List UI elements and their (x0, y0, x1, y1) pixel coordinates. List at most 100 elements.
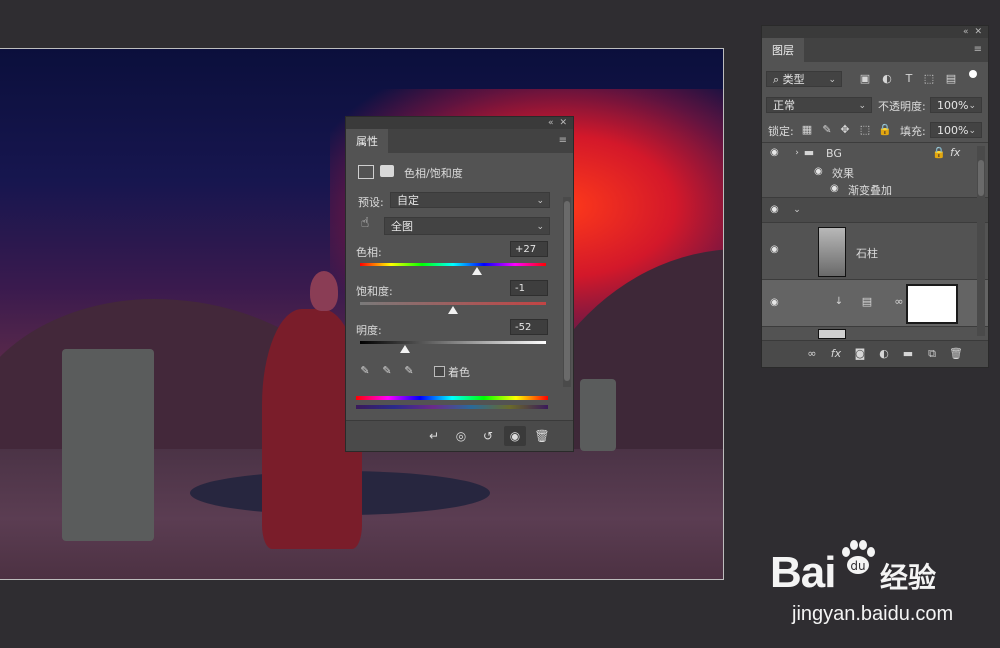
layer-row-bg[interactable]: ◉ › ▬ BG 🔒 fx (762, 143, 988, 163)
eye-icon[interactable]: ◉ (770, 205, 784, 215)
colorize-checkbox[interactable] (434, 366, 445, 377)
trash-icon[interactable]: 🗑 (531, 426, 553, 446)
filter-type-icon[interactable]: T (902, 73, 916, 85)
watermark-logo: Bai (770, 548, 836, 597)
fx-icon[interactable]: fx (828, 347, 844, 361)
filter-adjustment-icon[interactable]: ◐ (880, 73, 894, 85)
layer-row-group[interactable]: ◉ ⌄ (762, 198, 988, 222)
fill-value: 100% (937, 124, 969, 137)
eye-icon[interactable]: ◉ (814, 167, 828, 177)
lightness-label: 明度: (356, 324, 382, 337)
chevron-down-icon[interactable]: ⌄ (790, 204, 804, 216)
hue-slider[interactable] (360, 263, 546, 266)
lightness-slider-thumb[interactable] (399, 345, 410, 353)
saturation-input[interactable]: -1 (510, 280, 548, 296)
lightness-slider[interactable] (360, 341, 546, 344)
layer-mask-thumbnail[interactable] (906, 284, 958, 324)
hue-slider-thumb[interactable] (472, 267, 483, 275)
eyedropper-icon[interactable]: ✎ (358, 365, 372, 377)
source-color-bar (356, 396, 548, 400)
lock-paint-icon[interactable]: ✎ (820, 124, 834, 136)
panel-tabbar: 图层 ≡ (762, 38, 988, 62)
opacity-label: 不透明度: (878, 100, 926, 113)
new-layer-icon[interactable]: ⧉ (924, 347, 940, 361)
filter-shape-icon[interactable]: ⬚ (922, 73, 936, 85)
chevron-down-icon: ⌄ (536, 196, 544, 206)
filter-toggle-icon[interactable] (969, 70, 977, 78)
layer-row-hue-saturation[interactable]: ◉ ↓ ▤ ∞ (762, 280, 988, 326)
watermark-jingyan: 经验 (880, 561, 937, 594)
hue-sat-adjustment-icon[interactable] (358, 165, 374, 179)
layer-thumbnail (818, 227, 846, 277)
close-icon[interactable]: ✕ (974, 27, 982, 37)
lock-move-icon[interactable]: ✥ (838, 124, 852, 136)
clipping-arrow-icon: ↓ (834, 296, 844, 307)
channel-dropdown[interactable]: 全图 ⌄ (384, 217, 550, 235)
eyedropper-plus-icon[interactable]: ✎ (380, 365, 394, 377)
eyedropper-minus-icon[interactable]: ✎ (402, 365, 416, 377)
reset-icon[interactable]: ↺ (477, 426, 499, 446)
lock-all-icon[interactable]: 🔒 (878, 124, 892, 136)
hue-sat-adjustment-icon: ▤ (861, 295, 873, 308)
eye-icon[interactable]: ◉ (770, 298, 784, 308)
panel-topbar: « ✕ (346, 117, 573, 129)
new-adjustment-layer-icon[interactable]: ◐ (876, 347, 892, 361)
channel-value: 全图 (391, 220, 413, 233)
lock-transparent-icon[interactable]: ▦ (800, 124, 814, 136)
chevron-down-icon: ⌄ (536, 222, 544, 232)
fx-icon[interactable]: fx (950, 146, 960, 159)
layer-row-gradient-overlay[interactable]: ◉ 渐变叠加 (762, 180, 988, 198)
hue-input[interactable]: +27 (510, 241, 548, 257)
adjustment-title: 色相/饱和度 (404, 167, 463, 180)
stone-pillar-right (580, 379, 616, 451)
tab-layers[interactable]: 图层 (762, 38, 804, 62)
blend-mode-dropdown[interactable]: 正常 ⌄ (766, 97, 872, 113)
link-icon[interactable]: ∞ (892, 296, 906, 308)
lock-artboard-icon[interactable]: ⬚ (858, 124, 872, 136)
paw-icon: du (842, 540, 875, 574)
hamburger-icon[interactable]: ≡ (559, 135, 567, 146)
fill-input[interactable]: 100% ⌄ (930, 122, 982, 138)
layer-row-effects[interactable]: ◉ 效果 (762, 163, 988, 181)
layer-filter-dropdown[interactable]: ⌕ 类型 ⌄ (766, 71, 842, 87)
effects-label: 效果 (832, 167, 854, 180)
properties-footer: ↵ ◎ ↺ ◉ 🗑 (346, 420, 573, 451)
tab-properties[interactable]: 属性 (346, 129, 388, 153)
chevron-down-icon: ⌄ (828, 75, 836, 85)
search-icon: ⌕ (773, 73, 780, 86)
stone-pillar-left (62, 349, 154, 541)
properties-scrollbar[interactable] (563, 197, 571, 387)
eye-icon[interactable]: ◉ (504, 426, 526, 446)
collapse-icon[interactable]: « (963, 27, 969, 37)
hamburger-icon[interactable]: ≡ (974, 44, 982, 55)
link-layers-icon[interactable]: ∞ (804, 347, 820, 361)
opacity-value: 100% (937, 99, 969, 112)
mask-icon[interactable] (380, 165, 394, 177)
saturation-slider[interactable] (360, 302, 546, 305)
layers-footer: ∞ fx ◙ ◐ ▬ ⧉ 🗑 (762, 340, 988, 367)
eye-icon[interactable]: ◉ (830, 184, 844, 194)
lock-label: 锁定: (768, 125, 794, 138)
layers-scrollbar[interactable] (977, 146, 985, 336)
eye-icon[interactable]: ◉ (770, 245, 784, 255)
filter-smart-object-icon[interactable]: ▤ (944, 73, 958, 85)
add-mask-icon[interactable]: ◙ (852, 347, 868, 361)
layer-name: BG (826, 147, 842, 160)
clip-to-layer-icon[interactable]: ↵ (423, 426, 445, 446)
preset-dropdown[interactable]: 自定 ⌄ (390, 192, 550, 208)
view-previous-icon[interactable]: ◎ (450, 426, 472, 446)
targeted-adjustment-hand-icon[interactable]: ☝ (358, 216, 372, 230)
layer-row-stone-pillar[interactable]: ◉ 石柱 (762, 223, 988, 279)
eye-icon[interactable]: ◉ (770, 148, 784, 158)
filter-pixel-icon[interactable]: ▣ (858, 73, 872, 85)
collapse-icon[interactable]: « (548, 118, 554, 128)
close-icon[interactable]: ✕ (559, 118, 567, 128)
folder-icon[interactable]: ▬ (900, 347, 916, 361)
trash-icon[interactable]: 🗑 (948, 347, 964, 361)
svg-text:du: du (850, 559, 865, 573)
saturation-slider-thumb[interactable] (448, 306, 458, 314)
opacity-input[interactable]: 100% ⌄ (930, 97, 982, 113)
colorize-label: 着色 (448, 366, 470, 379)
lightness-input[interactable]: -52 (510, 319, 548, 335)
chevron-down-icon: ⌄ (858, 101, 866, 111)
